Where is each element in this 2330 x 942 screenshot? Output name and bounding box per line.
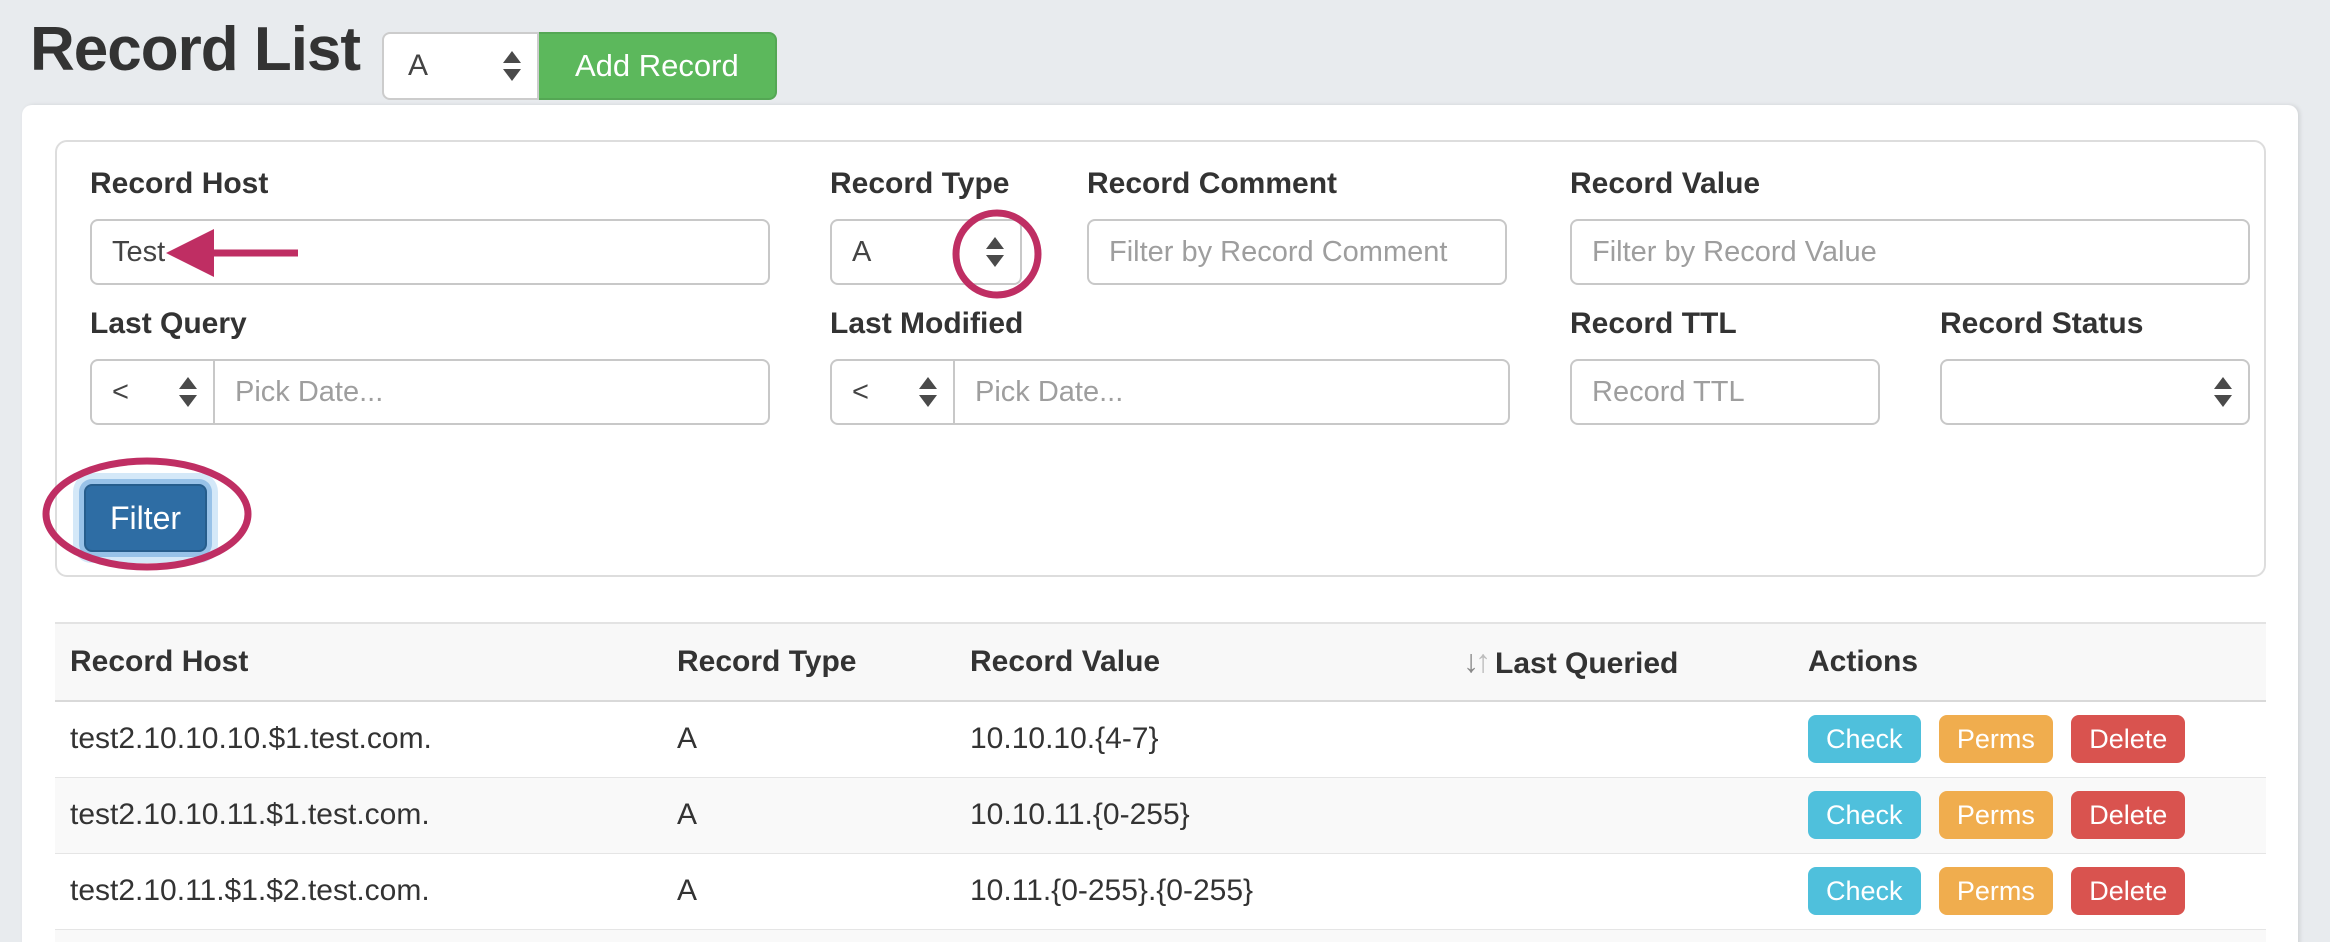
records-table: Record Host Record Type Record Value ↓↑L… (55, 622, 2266, 942)
filter-button[interactable]: Filter (84, 484, 207, 552)
cell-record-value (955, 929, 1448, 942)
column-header-actions: Actions (1793, 623, 2266, 701)
record-value-label: Record Value (1570, 167, 2250, 201)
record-type-select[interactable]: A (830, 219, 1022, 285)
last-query-date-input[interactable] (213, 359, 770, 425)
add-record-group: A Add Record (382, 32, 777, 100)
perms-button[interactable]: Perms (1939, 715, 2053, 763)
column-header-last-queried-label: Last Queried (1495, 647, 1678, 680)
cell-record-value: 10.10.10.{4-7} (955, 701, 1448, 777)
column-header-record-value: Record Value (955, 623, 1448, 701)
cell-actions (1793, 929, 2266, 942)
cell-record-host (55, 929, 662, 942)
select-stepper-icon (179, 377, 197, 407)
cell-actions: Check Perms Delete (1793, 701, 2266, 777)
check-button[interactable]: Check (1808, 791, 1921, 839)
record-ttl-input[interactable] (1570, 359, 1880, 425)
record-status-label: Record Status (1940, 307, 2250, 341)
table-header-row: Record Host Record Type Record Value ↓↑L… (55, 623, 2266, 701)
cell-actions: Check Perms Delete (1793, 853, 2266, 929)
column-header-record-host: Record Host (55, 623, 662, 701)
cell-last-queried (1448, 701, 1793, 777)
cell-actions: Check Perms Delete (1793, 777, 2266, 853)
record-type-quick-select-value: A (408, 49, 428, 83)
record-value-input[interactable] (1570, 219, 2250, 285)
last-query-operator-value: < (112, 376, 129, 409)
record-type-label: Record Type (830, 167, 1022, 201)
record-comment-group: Record Comment (1087, 167, 1507, 285)
cell-record-type: A (662, 777, 955, 853)
select-stepper-icon (986, 237, 1004, 267)
add-record-button[interactable]: Add Record (537, 32, 777, 100)
cell-last-queried (1448, 777, 1793, 853)
last-modified-operator-select[interactable]: < (830, 359, 955, 425)
record-type-quick-select[interactable]: A (382, 32, 539, 100)
table-row: test2.10.11.$1.$2.test.com. A 10.11.{0-2… (55, 853, 2266, 929)
page-title: Record List (30, 14, 360, 85)
cell-record-value: 10.11.{0-255}.{0-255} (955, 853, 1448, 929)
record-host-input[interactable] (90, 219, 770, 285)
record-host-group: Record Host (90, 167, 770, 285)
select-stepper-icon (503, 51, 521, 81)
last-modified-group: Last Modified < (830, 307, 1510, 425)
check-button[interactable]: Check (1808, 715, 1921, 763)
perms-button[interactable]: Perms (1939, 867, 2053, 915)
column-header-last-queried: ↓↑Last Queried (1448, 623, 1793, 701)
record-ttl-label: Record TTL (1570, 307, 1880, 341)
record-host-label: Record Host (90, 167, 770, 201)
table-row: test2.10.10.11.$1.test.com. A 10.10.11.{… (55, 777, 2266, 853)
table-row: test2.10.10.10.$1.test.com. A 10.10.10.{… (55, 701, 2266, 777)
record-status-group: Record Status (1940, 307, 2250, 425)
delete-button[interactable]: Delete (2071, 867, 2185, 915)
cell-record-type (662, 929, 955, 942)
record-value-group: Record Value (1570, 167, 2250, 285)
record-comment-label: Record Comment (1087, 167, 1507, 201)
perms-button[interactable]: Perms (1939, 791, 2053, 839)
table-body: test2.10.10.10.$1.test.com. A 10.10.10.{… (55, 701, 2266, 942)
last-modified-operator-value: < (852, 376, 869, 409)
cell-record-host: test2.10.10.11.$1.test.com. (55, 777, 662, 853)
cell-record-host: test2.10.11.$1.$2.test.com. (55, 853, 662, 929)
column-header-record-type: Record Type (662, 623, 955, 701)
record-ttl-group: Record TTL (1570, 307, 1880, 425)
last-modified-date-input[interactable] (953, 359, 1510, 425)
last-query-group: Last Query < (90, 307, 770, 425)
record-list-page: Record List A Add Record Record Host Rec… (0, 0, 2330, 942)
content-card: Record Host Record Type A Record Comment… (22, 105, 2298, 942)
select-stepper-icon (2214, 377, 2232, 407)
record-type-group: Record Type A (830, 167, 1022, 285)
record-comment-input[interactable] (1087, 219, 1507, 285)
cell-last-queried (1448, 853, 1793, 929)
delete-button[interactable]: Delete (2071, 791, 2185, 839)
delete-button[interactable]: Delete (2071, 715, 2185, 763)
last-query-operator-select[interactable]: < (90, 359, 215, 425)
table-row (55, 929, 2266, 942)
record-status-select[interactable] (1940, 359, 2250, 425)
last-modified-label: Last Modified (830, 307, 1510, 341)
cell-record-type: A (662, 853, 955, 929)
cell-record-value: 10.10.11.{0-255} (955, 777, 1448, 853)
filter-panel: Record Host Record Type A Record Comment… (55, 140, 2266, 577)
select-stepper-icon (919, 377, 937, 407)
sort-icon[interactable]: ↓↑ (1463, 643, 1487, 680)
cell-record-type: A (662, 701, 955, 777)
last-query-label: Last Query (90, 307, 770, 341)
record-type-select-value: A (852, 236, 871, 269)
cell-record-host: test2.10.10.10.$1.test.com. (55, 701, 662, 777)
check-button[interactable]: Check (1808, 867, 1921, 915)
cell-last-queried (1448, 929, 1793, 942)
